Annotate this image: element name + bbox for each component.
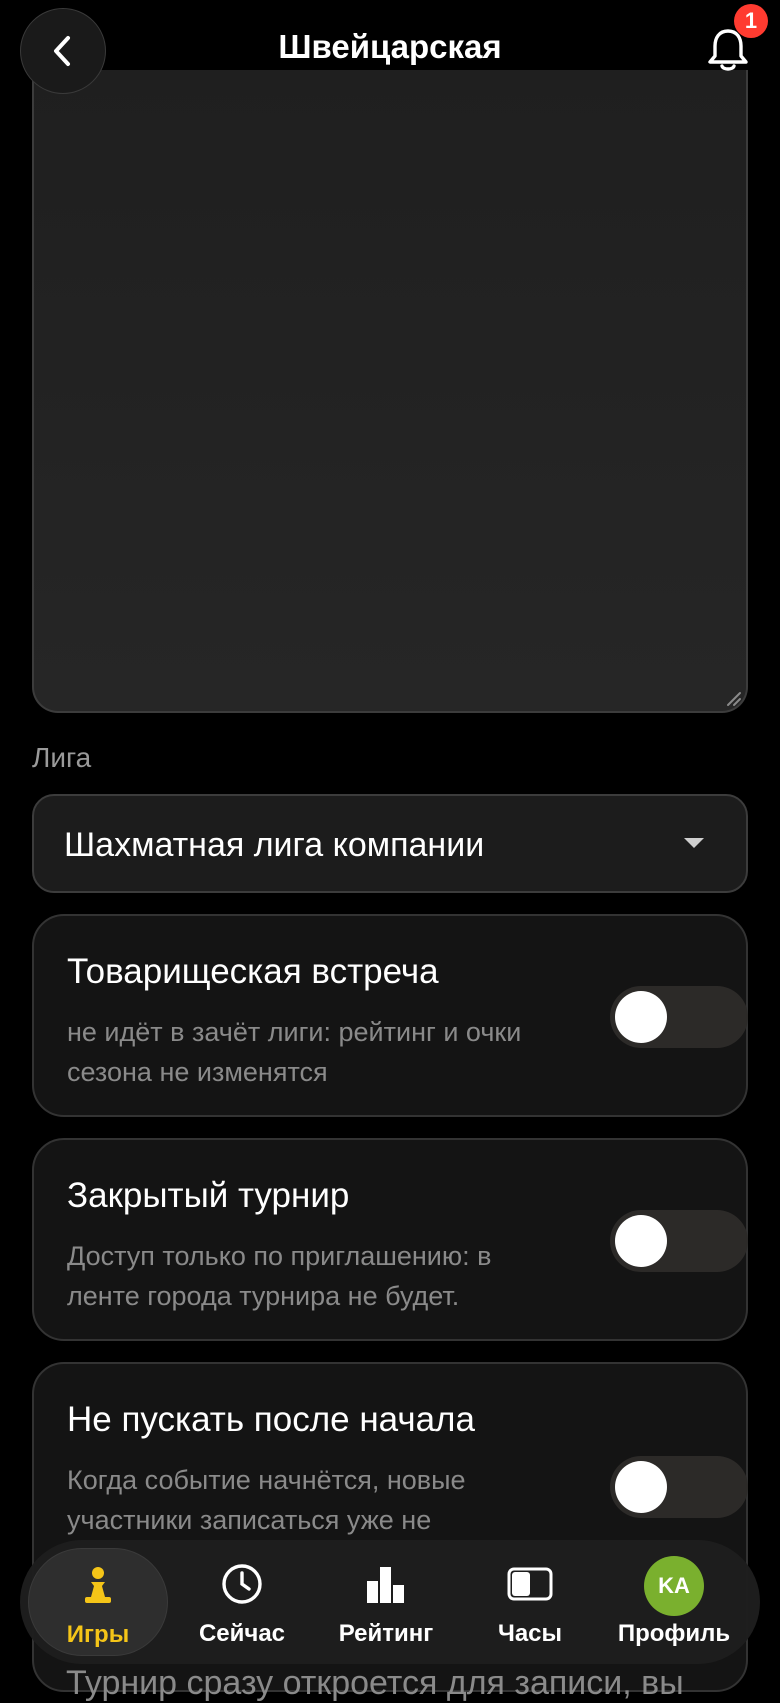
option-title: Не пускать после начала (67, 1400, 475, 1439)
option-card-closed-tournament: Закрытый турнир Доступ только по приглаш… (32, 1138, 748, 1341)
header: Швейцарская 1 (0, 0, 780, 100)
caret-down-icon (684, 838, 704, 848)
avatar: KA (644, 1556, 704, 1616)
notification-badge: 1 (734, 4, 768, 38)
tab-now[interactable]: Сейчас (172, 1548, 312, 1656)
tab-label: Часы (497, 1620, 563, 1647)
option-description: Доступ только по приглашению: в ленте го… (67, 1241, 492, 1311)
tab-clock[interactable]: Часы (460, 1548, 600, 1656)
no-late-join-toggle[interactable] (610, 1456, 748, 1518)
tab-label: Профиль (617, 1620, 731, 1647)
toggle-knob (615, 991, 667, 1043)
option-title: Закрытый турнир (67, 1176, 350, 1215)
tab-rating[interactable]: Рейтинг (316, 1548, 456, 1656)
toggle-knob (615, 1215, 667, 1267)
page-title: Швейцарская (278, 28, 502, 65)
tab-label: Игры (66, 1621, 130, 1648)
description-textarea[interactable] (32, 70, 748, 713)
option-title: Товарищеская встреча (67, 952, 439, 991)
chess-clock-icon (507, 1567, 553, 1601)
tab-label: Рейтинг (338, 1620, 434, 1647)
tab-games[interactable]: Игры (28, 1548, 168, 1656)
league-selected-value: Шахматная лига компании (64, 826, 485, 864)
tab-label: Сейчас (198, 1620, 286, 1647)
bottom-tab-bar: Игры Сейчас Рейтинг Часы KA Профиль (20, 1540, 760, 1664)
closed-tournament-toggle[interactable] (610, 1210, 748, 1272)
league-select[interactable]: Шахматная лига компании (32, 794, 748, 893)
friendly-match-toggle[interactable] (610, 986, 748, 1048)
option-description: Когда событие начнётся, новые участники … (67, 1465, 466, 1535)
resize-handle-icon[interactable] (724, 689, 742, 707)
option-card-friendly-match: Товарищеская встреча не идёт в зачёт лиг… (32, 914, 748, 1117)
clock-icon (222, 1564, 262, 1604)
toggle-knob (615, 1461, 667, 1513)
pawn-icon (85, 1567, 111, 1603)
next-option-description: Турнир сразу откроется для записи, вы (66, 1664, 684, 1702)
league-label: Лига (32, 742, 92, 773)
bar-chart-icon (367, 1567, 404, 1603)
option-description: не идёт в зачёт лиги: рейтинг и очки сез… (67, 1017, 522, 1087)
tab-profile[interactable]: KA Профиль (604, 1548, 744, 1656)
